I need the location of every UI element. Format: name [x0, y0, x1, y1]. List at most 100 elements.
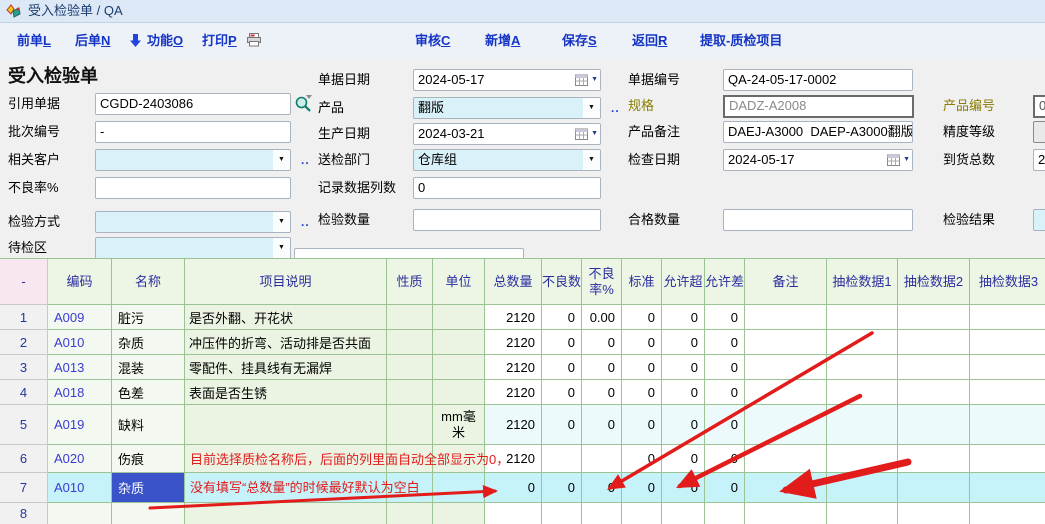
table-cell[interactable]: 0: [662, 380, 705, 405]
table-cell[interactable]: 0: [662, 330, 705, 355]
row-number[interactable]: 3: [0, 355, 48, 380]
table-cell[interactable]: 0: [662, 405, 705, 445]
table-cell[interactable]: [745, 330, 827, 355]
table-cell[interactable]: 0: [662, 305, 705, 330]
table-cell[interactable]: A009: [48, 305, 112, 330]
spec-input[interactable]: DADZ-A2008: [723, 95, 914, 118]
ref-doc-input[interactable]: CGDD-2403086: [95, 93, 291, 115]
batch-no-input[interactable]: -: [95, 121, 291, 143]
table-cell[interactable]: [970, 473, 1045, 503]
row-number[interactable]: 1: [0, 305, 48, 330]
table-cell[interactable]: [827, 380, 898, 405]
table-cell[interactable]: 冲压件的折弯、活动排是否共面: [185, 330, 387, 355]
table-cell[interactable]: 杂质: [112, 473, 185, 503]
table-cell[interactable]: 0: [705, 445, 745, 473]
table-cell[interactable]: [485, 503, 542, 524]
table-cell[interactable]: 0.00: [582, 305, 622, 330]
next-doc-button[interactable]: 后单N: [75, 23, 110, 58]
inspect-qty-input[interactable]: [413, 209, 601, 231]
lookup-magnifier-button[interactable]: [294, 94, 313, 113]
table-cell[interactable]: [898, 355, 970, 380]
prod-date-picker[interactable]: 2024-03-21 ▼: [413, 123, 601, 145]
col-header[interactable]: 单位: [433, 259, 485, 305]
table-cell[interactable]: [387, 330, 433, 355]
col-header[interactable]: 抽检数据3: [970, 259, 1045, 305]
extract-qc-items-button[interactable]: 提取-质检项目: [700, 23, 782, 58]
col-header[interactable]: 总数量: [485, 259, 542, 305]
arrival-total-input[interactable]: 2: [1033, 149, 1045, 171]
row-number[interactable]: 4: [0, 380, 48, 405]
product-combo[interactable]: 翻版▼: [413, 97, 601, 119]
table-cell[interactable]: 0: [542, 473, 582, 503]
table-cell[interactable]: 0: [705, 473, 745, 503]
table-cell[interactable]: 色差: [112, 380, 185, 405]
product-more-button[interactable]: ..: [611, 97, 620, 119]
table-cell[interactable]: 2120: [485, 380, 542, 405]
table-cell[interactable]: 表面是否生锈: [185, 380, 387, 405]
col-header[interactable]: 备注: [745, 259, 827, 305]
table-cell[interactable]: [970, 503, 1045, 524]
table-cell[interactable]: [112, 503, 185, 524]
table-cell[interactable]: [387, 380, 433, 405]
row-number[interactable]: 5: [0, 405, 48, 445]
table-cell[interactable]: [387, 305, 433, 330]
table-cell[interactable]: [433, 473, 485, 503]
table-cell[interactable]: 0: [705, 330, 745, 355]
table-cell[interactable]: [433, 305, 485, 330]
col-header[interactable]: 抽检数据2: [898, 259, 970, 305]
table-cell[interactable]: 0: [582, 405, 622, 445]
table-cell[interactable]: [387, 355, 433, 380]
table-cell[interactable]: [185, 503, 387, 524]
customer-combo[interactable]: ▼: [95, 149, 291, 171]
table-cell[interactable]: 0: [542, 380, 582, 405]
table-cell[interactable]: [898, 405, 970, 445]
table-cell[interactable]: [745, 473, 827, 503]
table-cell[interactable]: 0: [622, 380, 662, 405]
pending-area-combo[interactable]: ▼: [95, 237, 291, 259]
table-cell[interactable]: 0: [705, 355, 745, 380]
table-cell[interactable]: [970, 330, 1045, 355]
audit-button[interactable]: 审核C: [415, 23, 450, 58]
col-header[interactable]: 不良数: [542, 259, 582, 305]
prev-doc-button[interactable]: 前单L: [17, 23, 51, 58]
table-cell[interactable]: 0: [705, 305, 745, 330]
table-cell[interactable]: [745, 405, 827, 445]
save-button[interactable]: 保存S: [562, 23, 597, 58]
table-cell[interactable]: [433, 503, 485, 524]
table-cell[interactable]: [433, 355, 485, 380]
row-number[interactable]: 7: [0, 473, 48, 503]
col-header[interactable]: 不良率%: [582, 259, 622, 305]
table-cell[interactable]: [827, 330, 898, 355]
table-cell[interactable]: A019: [48, 405, 112, 445]
table-cell[interactable]: 0: [622, 473, 662, 503]
table-cell[interactable]: mm毫米: [433, 405, 485, 445]
product-note-input[interactable]: DAEJ-A3000 DAEP-A3000翻版: [723, 121, 913, 143]
table-cell[interactable]: 0: [622, 355, 662, 380]
table-cell[interactable]: 脏污: [112, 305, 185, 330]
table-cell[interactable]: [827, 503, 898, 524]
table-cell[interactable]: [970, 445, 1045, 473]
table-cell[interactable]: 缺料: [112, 405, 185, 445]
col-header[interactable]: 标准: [622, 259, 662, 305]
inspect-method-combo[interactable]: ▼: [95, 211, 291, 233]
table-cell[interactable]: [745, 355, 827, 380]
col-header[interactable]: 编码: [48, 259, 112, 305]
table-cell[interactable]: [542, 503, 582, 524]
table-cell[interactable]: 0: [622, 305, 662, 330]
table-cell[interactable]: 0: [662, 473, 705, 503]
table-cell[interactable]: [898, 330, 970, 355]
table-cell[interactable]: [662, 503, 705, 524]
table-cell[interactable]: 2120: [485, 405, 542, 445]
table-cell[interactable]: [582, 445, 622, 473]
table-cell[interactable]: 伤痕: [112, 445, 185, 473]
table-cell[interactable]: [898, 503, 970, 524]
col-header[interactable]: 名称: [112, 259, 185, 305]
table-cell[interactable]: 0: [582, 330, 622, 355]
table-cell[interactable]: 0: [622, 405, 662, 445]
table-cell[interactable]: [48, 503, 112, 524]
function-menu-button[interactable]: 功能O: [147, 23, 183, 58]
precision-input[interactable]: [1033, 121, 1045, 143]
table-cell[interactable]: [433, 330, 485, 355]
row-number[interactable]: 6: [0, 445, 48, 473]
back-button[interactable]: 返回R: [632, 23, 667, 58]
